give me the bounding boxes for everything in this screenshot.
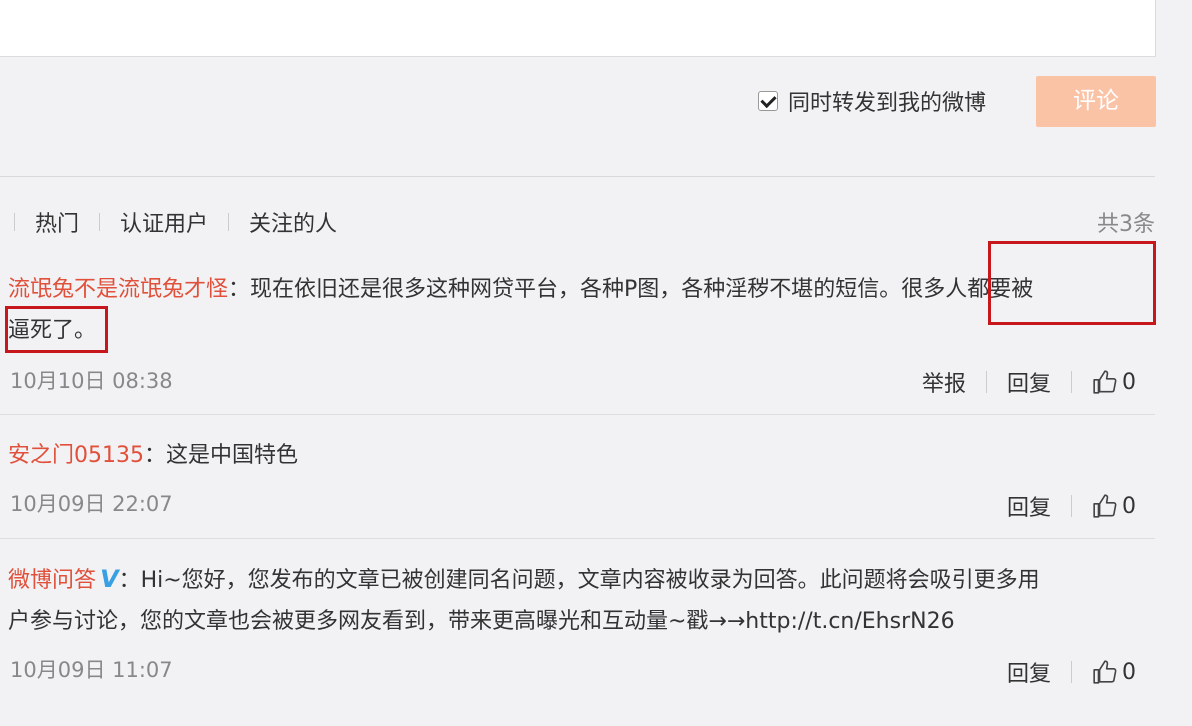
forward-label: 同时转发到我的微博 [788,91,987,116]
comment-time: 10月09日 22:07 [10,492,173,516]
comment-submit-button[interactable]: 评论 [1036,76,1156,127]
comment-time: 10月09日 11:07 [10,658,173,682]
comment-count: 共3条 [1097,212,1155,237]
row-divider [0,538,1155,539]
reply-link[interactable]: 回复 [1007,366,1051,398]
like-button[interactable]: 0 [1092,493,1136,519]
comment-username[interactable]: 安之门05135 [8,443,144,468]
comment-item: 安之门05135：这是中国特色 [8,435,1156,476]
like-count: 0 [1122,659,1136,685]
comment-text-continued: 户参与讨论，您的文章也会被更多网友看到，带来更高曝光和互动量~戳→→http:/… [8,609,955,634]
tab-divider [99,213,101,231]
thumbs-up-icon [1093,370,1117,394]
tab-following[interactable]: 关注的人 [249,206,337,238]
tab-divider [14,213,15,231]
comment-text: ：这是中国特色 [144,443,299,468]
like-count: 0 [1122,369,1136,395]
action-divider [1071,661,1072,683]
action-divider [1071,495,1072,517]
comment-filter-tabs: 热门 认证用户 关注的人 [14,206,337,238]
comment-text: ：现在依旧还是很多这种网贷平台，各种P图，各种淫秽不堪的短信。很多人都要被 [228,277,1034,302]
action-divider [1071,371,1072,393]
divider [0,176,1155,177]
comment-actions: 回复 0 [1007,656,1136,688]
thumbs-up-icon [1093,660,1117,684]
like-count: 0 [1122,493,1136,519]
like-button[interactable]: 0 [1092,659,1136,685]
thumbs-up-icon [1093,494,1117,518]
comment-text: ：Hi~您好，您发布的文章已被创建同名问题，文章内容被收录为回答。此问题将会吸引… [118,568,1040,593]
report-link[interactable]: 举报 [922,366,966,398]
tab-verified-users[interactable]: 认证用户 [120,206,208,238]
comment-username[interactable]: 微博问答 [8,568,96,593]
forward-checkbox[interactable] [758,91,778,111]
row-divider [0,414,1155,415]
comment-time: 10月10日 08:38 [10,369,173,393]
comment-textarea[interactable] [0,0,1156,57]
action-divider [985,371,987,393]
reply-link[interactable]: 回复 [1007,490,1051,522]
like-button[interactable]: 0 [1092,369,1136,395]
forward-option[interactable]: 同时转发到我的微博 [758,85,986,117]
highlight-box [988,241,1156,325]
highlight-box [5,306,108,353]
tab-hot[interactable]: 热门 [35,206,79,238]
reply-link[interactable]: 回复 [1007,656,1051,688]
comment-item: 流氓兔不是流氓兔才怪：现在依旧还是很多这种网贷平台，各种P图，各种淫秽不堪的短信… [8,269,1156,351]
tab-divider [228,213,230,231]
comment-actions: 回复 0 [1007,490,1136,522]
comment-item: 微博问答V：Hi~您好，您发布的文章已被创建同名问题，文章内容被收录为回答。此问… [8,559,1156,642]
verified-badge-icon: V [97,565,122,593]
comment-actions: 举报 回复 0 [922,366,1136,398]
comment-username[interactable]: 流氓兔不是流氓兔才怪 [8,277,228,302]
